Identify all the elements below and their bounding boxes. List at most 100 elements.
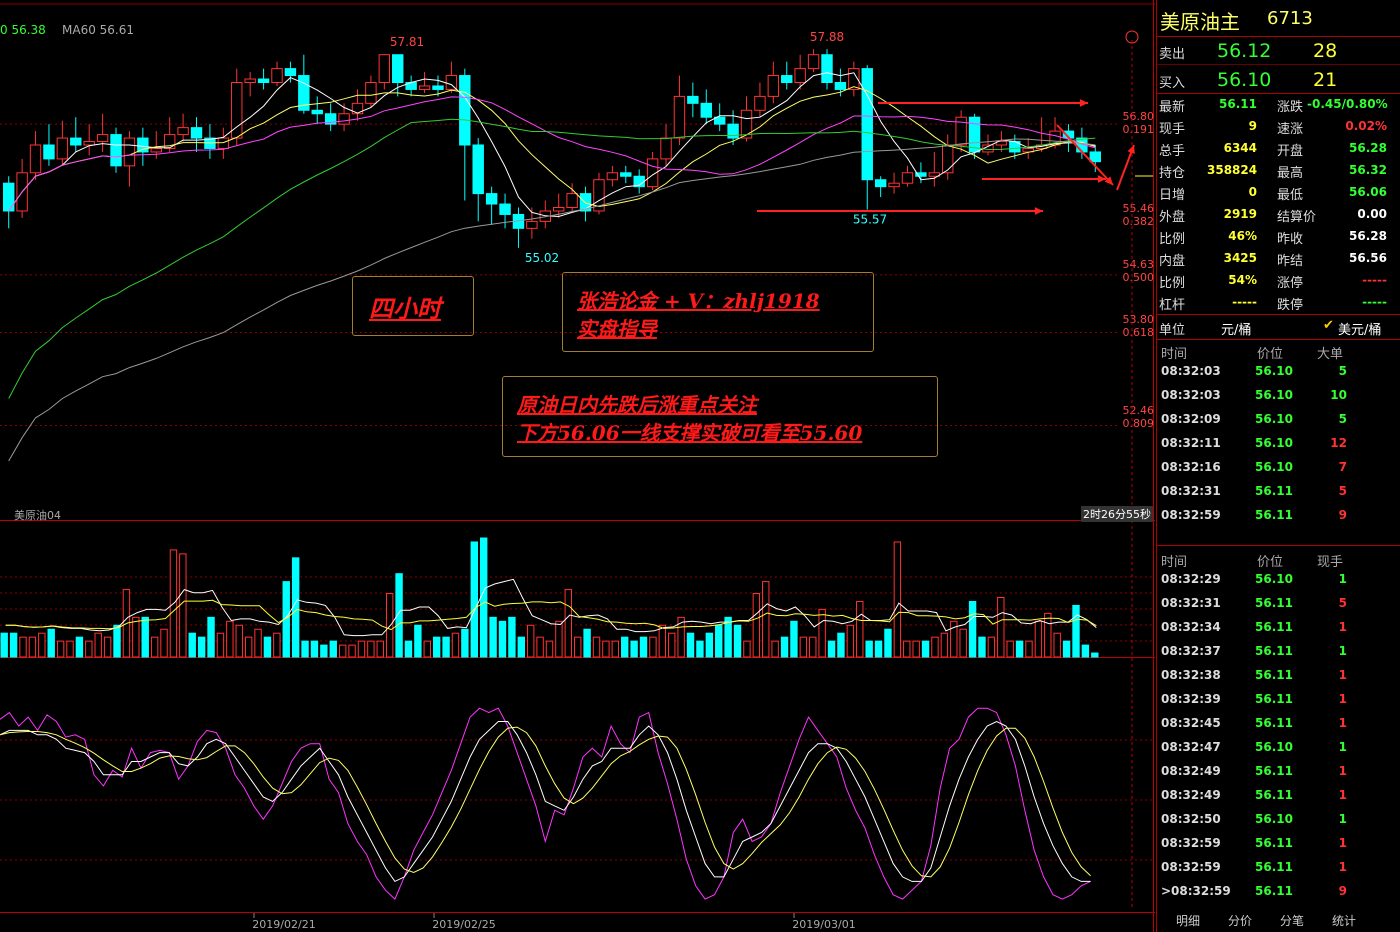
price-axis-label: 54.63 <box>1123 258 1155 271</box>
tick-volume: 1 <box>1338 668 1347 682</box>
tick-volume: 1 <box>1338 572 1347 586</box>
candle-body <box>874 179 887 188</box>
unit-option-yuan[interactable]: 元/桶 <box>1221 319 1251 338</box>
volume-bar <box>1072 604 1080 658</box>
stat-value: 0.02% <box>1345 119 1387 133</box>
volume-bar <box>216 632 225 658</box>
price-axis-pct: 0.191 <box>1123 123 1155 136</box>
countdown-timer: 2时26分55秒 <box>1081 506 1153 522</box>
volume-bar <box>715 624 723 658</box>
detail-tabbar: 明细 分价 分笔 统计 <box>1156 910 1400 932</box>
tab-detail[interactable]: 明细 <box>1176 912 1200 929</box>
volume-bar <box>555 620 563 658</box>
tick-time: 08:32:50 <box>1161 812 1221 826</box>
tick-list: 时间 价位 现手 08:32:29 56.10 1 08:32:31 56.11 5 08:32:… <box>1157 548 1400 908</box>
price-extreme-label: 55.02 <box>525 251 559 265</box>
tick-volume: 7 <box>1338 460 1347 474</box>
volume-bar <box>780 636 789 658</box>
stat-value: 54% <box>1228 273 1257 287</box>
candle-body <box>432 85 444 90</box>
ma-readout-a: 0 56.38 <box>0 23 46 37</box>
stat-label: 比例 <box>1159 276 1186 291</box>
tick-price: 56.11 <box>1255 668 1293 682</box>
tick-row: 08:32:47 56.10 1 <box>1157 738 1400 762</box>
candle-body <box>1089 151 1101 163</box>
candle-body <box>338 113 350 125</box>
tick-price: 56.10 <box>1255 740 1293 754</box>
tick-price: 56.10 <box>1255 460 1293 474</box>
candle-body <box>177 127 189 136</box>
tick-volume: 5 <box>1338 364 1347 378</box>
volume-bar <box>856 600 864 658</box>
volume-bar <box>75 636 84 658</box>
symbol-code: 6713 <box>1267 8 1313 29</box>
volume-bar <box>997 597 1005 658</box>
candle-body <box>566 193 578 209</box>
tick-time: 08:32:09 <box>1161 412 1221 426</box>
volume-bar <box>1081 644 1090 658</box>
volume-bar <box>574 636 582 658</box>
volume-bar <box>103 636 112 658</box>
candle-body <box>767 75 780 97</box>
list-divider <box>1157 545 1400 546</box>
tab-stats[interactable]: 统计 <box>1332 912 1356 929</box>
stat-label: 最新 <box>1159 100 1186 115</box>
volume-bar <box>968 600 977 658</box>
tick-row: 08:32:59 56.11 9 <box>1157 506 1400 530</box>
volume-bar <box>1006 640 1014 658</box>
price-extreme-label: 57.88 <box>810 30 844 44</box>
volume-bar <box>1053 632 1061 658</box>
candle-body <box>311 109 323 115</box>
buy-qty: 21 <box>1313 69 1338 91</box>
stat-row: 总手 6344 开盘 56.28 <box>1157 137 1400 159</box>
tick-time: 08:32:29 <box>1161 572 1221 586</box>
tick-list-header: 时间 价位 大单 <box>1157 340 1400 362</box>
volume-bar <box>837 632 845 658</box>
tick-price: 56.10 <box>1255 412 1293 426</box>
tick-volume: 1 <box>1338 836 1347 850</box>
candle-body <box>392 54 404 83</box>
tick-header-cell: 时间 <box>1161 555 1188 570</box>
candle-body <box>901 172 914 184</box>
tick-price: 56.11 <box>1255 596 1293 610</box>
candle-body <box>190 127 203 139</box>
price-axis-pct: 0.382 <box>1123 215 1155 228</box>
tick-time: 08:32:31 <box>1161 596 1221 610</box>
volume-bar <box>743 640 751 658</box>
stat-value: 358824 <box>1207 163 1258 177</box>
volume-bar <box>874 640 883 658</box>
tick-list-header: 时间 价位 现手 <box>1157 548 1400 570</box>
stat-value: 56.11 <box>1219 97 1257 111</box>
volume-bar <box>987 636 996 658</box>
unit-option-usd[interactable]: 美元/桶 <box>1338 319 1381 338</box>
ma60-readout: MA60 56.61 <box>62 23 134 37</box>
candle-body <box>499 203 511 215</box>
volume-bar <box>705 632 714 658</box>
symbol-header: 美原油主 6713 <box>1157 0 1400 37</box>
tab-price-split[interactable]: 分价 <box>1228 912 1252 929</box>
volume-bar <box>160 628 168 658</box>
volume-ma5-line <box>5 578 1097 637</box>
tick-price: 56.10 <box>1255 364 1293 378</box>
volume-bar <box>884 628 892 658</box>
tick-volume: 1 <box>1338 644 1347 658</box>
stat-value: 56.32 <box>1349 163 1387 177</box>
osc-k-line <box>0 707 1091 900</box>
stat-value: -0.45/0.80% <box>1307 97 1388 111</box>
tick-row: 08:32:45 56.11 1 <box>1157 714 1400 738</box>
tick-row: 08:32:31 56.11 5 <box>1157 482 1400 506</box>
arrowhead-icon <box>1079 99 1088 107</box>
annotation-contact-line1: 张浩论金 + V：zhlj1918 <box>577 289 820 313</box>
price-extreme-label: 55.57 <box>853 213 887 227</box>
annotation-forecast-line2: 下方56.06一线支撑实破可看至55.60 <box>517 421 863 445</box>
stat-value: 56.28 <box>1349 229 1387 243</box>
volume-bar <box>498 620 507 658</box>
volume-bar <box>686 632 695 658</box>
stat-row: 最新 56.11 涨跌 -0.45/0.80% <box>1157 93 1400 115</box>
candle-body <box>526 220 538 229</box>
tick-row: 08:32:38 56.11 1 <box>1157 666 1400 690</box>
volume-bar <box>461 628 469 658</box>
volume-bar <box>865 640 873 658</box>
candle-body <box>123 137 136 167</box>
tab-ticks[interactable]: 分笔 <box>1280 912 1304 929</box>
